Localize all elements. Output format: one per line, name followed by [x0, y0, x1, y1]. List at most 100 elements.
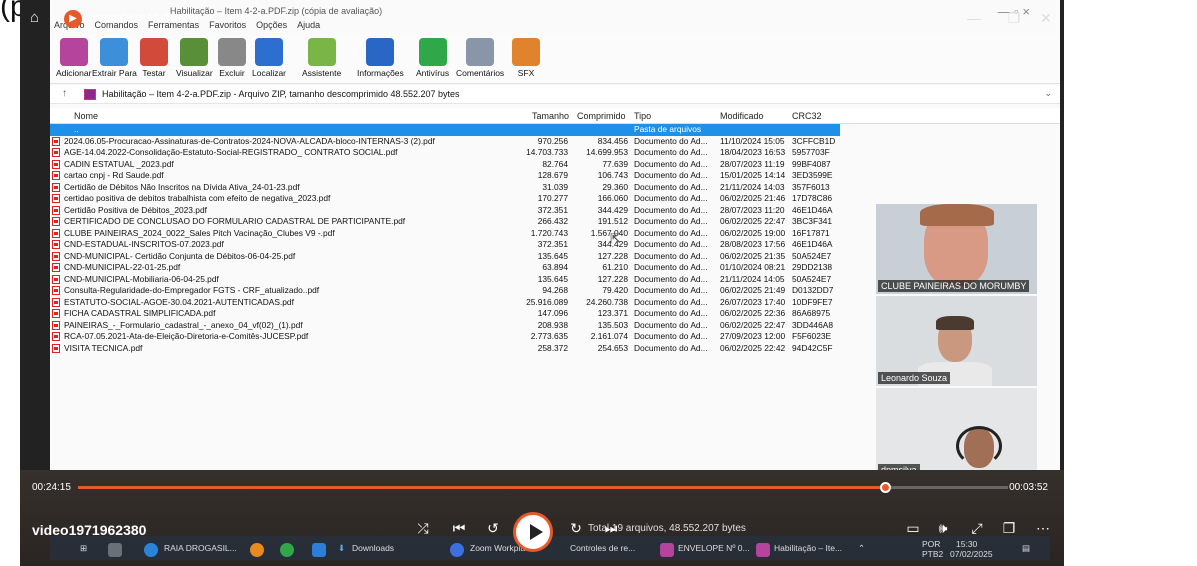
file-row: certidao positiva de debitos trabalhista…: [50, 193, 1060, 205]
file-name: RCA-07.05.2021-Ata-de-Eleição-Diretoria-…: [64, 331, 309, 341]
pdf-file-icon: [52, 320, 60, 330]
whatsapp-icon: [280, 543, 294, 557]
toolbar-label: Localizar: [252, 68, 287, 78]
forward-30-icon[interactable]: ↻: [565, 520, 587, 537]
file-packed: 123.371: [597, 308, 628, 318]
file-type: Documento do Ad...: [634, 239, 708, 249]
file-size: 94.268: [542, 285, 568, 295]
archive-path: Habilitação – Item 4-2-a.PDF.zip - Arqui…: [102, 89, 460, 99]
magic-wand-icon: [307, 38, 336, 66]
pdf-file-icon: [52, 194, 60, 203]
pdf-file-icon: [52, 228, 60, 238]
participant-hair: [920, 204, 994, 226]
file-size: 170.277: [537, 193, 568, 203]
folder-extract-icon: [100, 38, 129, 66]
winrar-taskbar-icon: [660, 543, 674, 557]
file-modified: 06/02/2025 22:42: [720, 342, 786, 353]
seek-bar[interactable]: [78, 482, 1008, 493]
file-size: 63.894: [542, 262, 568, 272]
file-modified: 28/08/2023 17:56: [720, 239, 786, 249]
windows-start-icon: ⊞: [80, 543, 88, 553]
pdf-file-icon: [52, 309, 60, 318]
file-name: CND-MUNICIPAL-Mobiliaria-06-04-25.pdf: [64, 273, 219, 284]
fullscreen-icon[interactable]: ⤢: [966, 520, 988, 537]
file-type: Documento do Ad...: [634, 193, 708, 203]
file-modified: 06/02/2025 22:47: [720, 216, 786, 226]
file-crc: 46E1D46A: [792, 239, 833, 249]
test-checklist-icon: [140, 38, 168, 66]
column-crc: CRC32: [792, 111, 822, 121]
close-button[interactable]: ✕: [1036, 10, 1056, 27]
file-name: PAINEIRAS_-_Formulario_cadastral_-_anexo…: [64, 319, 303, 330]
column-modified: Modificado: [720, 111, 764, 121]
file-modified: 21/11/2024 14:03: [720, 181, 785, 192]
antivirus-icon: [418, 38, 447, 66]
file-size: 14.703.733: [526, 147, 568, 157]
file-name: CERTIFICADO DE CONCLUSAO DO FORMULARIO C…: [64, 216, 406, 226]
pdf-file-icon: [52, 136, 60, 146]
file-packed: 254.653: [597, 342, 628, 353]
play-button[interactable]: [513, 512, 553, 552]
file-crc: D0132DD7: [792, 285, 834, 295]
file-name: cartao cnpj - Rd Saude.pdf: [64, 170, 164, 180]
file-modified: 06/02/2025 22:47: [720, 319, 786, 330]
comments-icon: [466, 38, 495, 66]
file-type: Documento do Ad...: [634, 135, 708, 146]
shuffle-icon[interactable]: ⤮: [412, 520, 434, 537]
file-crc: 10DF9FE7: [792, 296, 833, 307]
sfx-icon: [512, 38, 540, 66]
rewind-10-icon[interactable]: ↺: [482, 520, 504, 537]
file-size: 135.645: [537, 250, 568, 261]
volume-icon[interactable]: 🕪: [932, 520, 954, 537]
chevron-up-icon: ⌃: [858, 543, 866, 553]
taskbar-item-envelope: ENVELOPE Nº 0...: [678, 543, 750, 553]
file-type: Documento do Ad...: [634, 285, 708, 295]
toolbar-label: Testar: [142, 68, 166, 78]
file-packed: 24.260.738: [586, 296, 628, 307]
toolbar-test-checklist-button: Testar: [140, 38, 168, 78]
participant-name-label: Leonardo Souza: [878, 372, 951, 384]
pdf-file-icon: [52, 343, 60, 353]
archive-status-text: Total 19 arquivos, 48.552.207 bytes: [588, 523, 746, 534]
file-name: CLUBE PAINEIRAS_2024_0022_Sales Pitch Va…: [64, 227, 335, 238]
file-packed: 834.456: [597, 135, 628, 146]
file-name: FICHA CADASTRAL SIMPLIFICADA.pdf: [64, 308, 216, 318]
participant-tile-1: CLUBE PAINEIRAS DO MORUMBY: [876, 204, 1037, 294]
file-crc: 16F17871: [792, 227, 830, 238]
file-size: 31.039: [542, 181, 568, 192]
file-modified: 28/07/2023 11:20: [720, 204, 785, 215]
keyboard-layout: PTB2: [922, 549, 944, 559]
file-modified: 06/02/2025 21:49: [720, 285, 786, 295]
toolbar-folder-extract-button: Extrair Para: [92, 38, 137, 78]
file-name: CADIN ESTATUAL _2023.pdf: [64, 158, 174, 169]
file-row: 2024.06.05-Procuracao-Assinaturas-de-Con…: [50, 136, 1060, 148]
subtitles-icon[interactable]: ▭: [902, 520, 924, 537]
more-options-icon[interactable]: ⋯: [1032, 520, 1054, 537]
participant-name-label: CLUBE PAINEIRAS DO MORUMBY: [878, 280, 1030, 292]
toolbar-magnifier-button: Localizar: [252, 38, 286, 78]
window-title: Reprodutor Multimídia: [90, 12, 199, 24]
file-type: Documento do Ad...: [634, 147, 708, 157]
toolbar-label: Visualizar: [176, 68, 213, 78]
restore-button[interactable]: ❐: [1004, 10, 1024, 27]
file-packed: 106.743: [597, 170, 628, 180]
home-icon[interactable]: ⌂: [30, 9, 48, 27]
file-packed: 166.060: [597, 193, 628, 203]
file-type: Documento do Ad...: [634, 319, 708, 330]
file-crc: 5957703F: [792, 147, 830, 157]
file-type: Documento do Ad...: [634, 273, 708, 284]
file-crc: 94D42C5F: [792, 342, 833, 353]
notifications-icon: ▤: [1022, 543, 1031, 553]
mouse-cursor-icon: ⇱: [610, 231, 621, 246]
file-name: AGE-14.04.2022-Consolidação-Estatuto-Soc…: [64, 147, 398, 157]
minimize-button[interactable]: —: [964, 10, 984, 26]
pdf-file-icon: [52, 205, 60, 215]
miniplayer-icon[interactable]: ❐: [998, 520, 1020, 537]
previous-icon[interactable]: ⏮: [448, 520, 470, 537]
file-crc: 99BF4087: [792, 158, 831, 169]
file-name: ESTATUTO-SOCIAL-AGOE-30.04.2021-AUTENTIC…: [64, 296, 294, 307]
file-size: 25.916.089: [526, 296, 568, 307]
file-modified: 06/02/2025 19:00: [720, 227, 786, 238]
toolbar-label: Antivírus: [416, 68, 450, 78]
pdf-file-icon: [52, 286, 60, 295]
